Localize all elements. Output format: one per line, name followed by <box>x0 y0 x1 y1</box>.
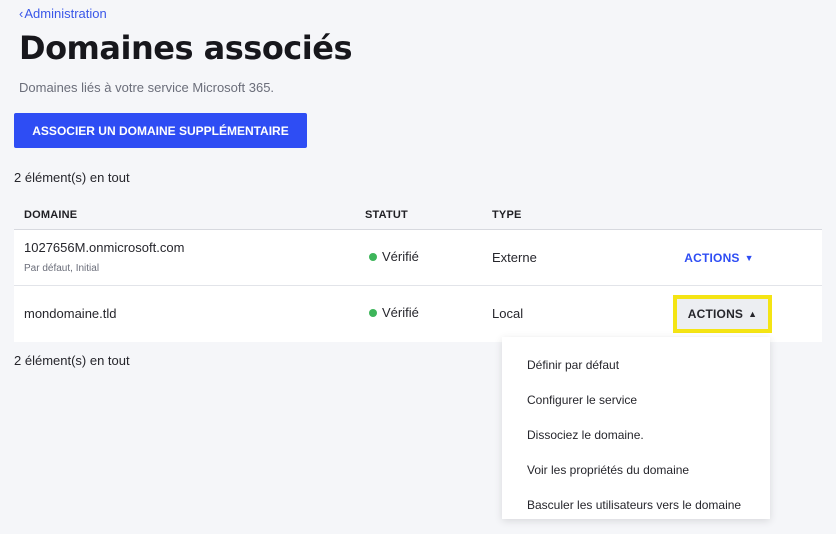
table-row: mondomaine.tld Vérifié Local ACTIONS ▲ <box>14 286 822 342</box>
status-label: Vérifié <box>382 249 419 264</box>
status-dot-icon <box>369 308 377 317</box>
status-label: Vérifié <box>382 305 419 320</box>
menu-item-view-properties[interactable]: Voir les propriétés du domaine <box>502 452 770 487</box>
actions-button[interactable]: ACTIONS ▼ <box>678 244 760 272</box>
actions-label: ACTIONS <box>687 307 744 321</box>
domain-name: 1027656M.onmicrosoft.com <box>24 240 185 255</box>
page-subtitle: Domaines liés à votre service Microsoft … <box>19 80 275 95</box>
caret-up-icon: ▲ <box>748 309 758 319</box>
menu-item-set-default[interactable]: Définir par défaut <box>502 347 770 382</box>
menu-item-switch-users[interactable]: Basculer les utilisateurs vers le domain… <box>502 487 770 522</box>
back-link-administration[interactable]: ‹Administration <box>19 6 107 21</box>
status-cell: Vérifié <box>369 249 419 264</box>
chevron-left-icon: ‹ <box>19 6 24 21</box>
table-header: DOMAINE STATUT TYPE <box>14 200 822 230</box>
menu-item-configure-service[interactable]: Configurer le service <box>502 382 770 417</box>
page-title: Domaines associés <box>19 29 352 67</box>
actions-label: ACTIONS <box>684 251 740 265</box>
header-status: STATUT <box>365 209 408 221</box>
header-domain: DOMAINE <box>24 209 78 221</box>
domain-name: mondomaine.tld <box>24 306 117 321</box>
back-link-label: Administration <box>24 6 107 21</box>
type-cell: Externe <box>492 250 537 265</box>
header-type: TYPE <box>492 209 522 221</box>
item-count-bottom: 2 élément(s) en tout <box>14 353 130 368</box>
domain-tags: Par défaut, Initial <box>24 263 100 274</box>
actions-dropdown-menu: Définir par défaut Configurer le service… <box>502 337 770 519</box>
status-cell: Vérifié <box>369 305 419 320</box>
status-dot-icon <box>369 252 377 261</box>
item-count-top: 2 élément(s) en tout <box>14 170 130 185</box>
associate-domain-button[interactable]: ASSOCIER UN DOMAINE SUPPLÉMENTAIRE <box>14 113 307 148</box>
menu-item-dissociate-domain[interactable]: Dissociez le domaine. <box>502 417 770 452</box>
actions-button-open[interactable]: ACTIONS ▲ <box>673 295 772 333</box>
type-cell: Local <box>492 306 524 321</box>
table-row: 1027656M.onmicrosoft.com Par défaut, Ini… <box>14 230 822 286</box>
caret-down-icon: ▼ <box>744 253 754 263</box>
domains-table: DOMAINE STATUT TYPE 1027656M.onmicrosoft… <box>14 200 822 342</box>
